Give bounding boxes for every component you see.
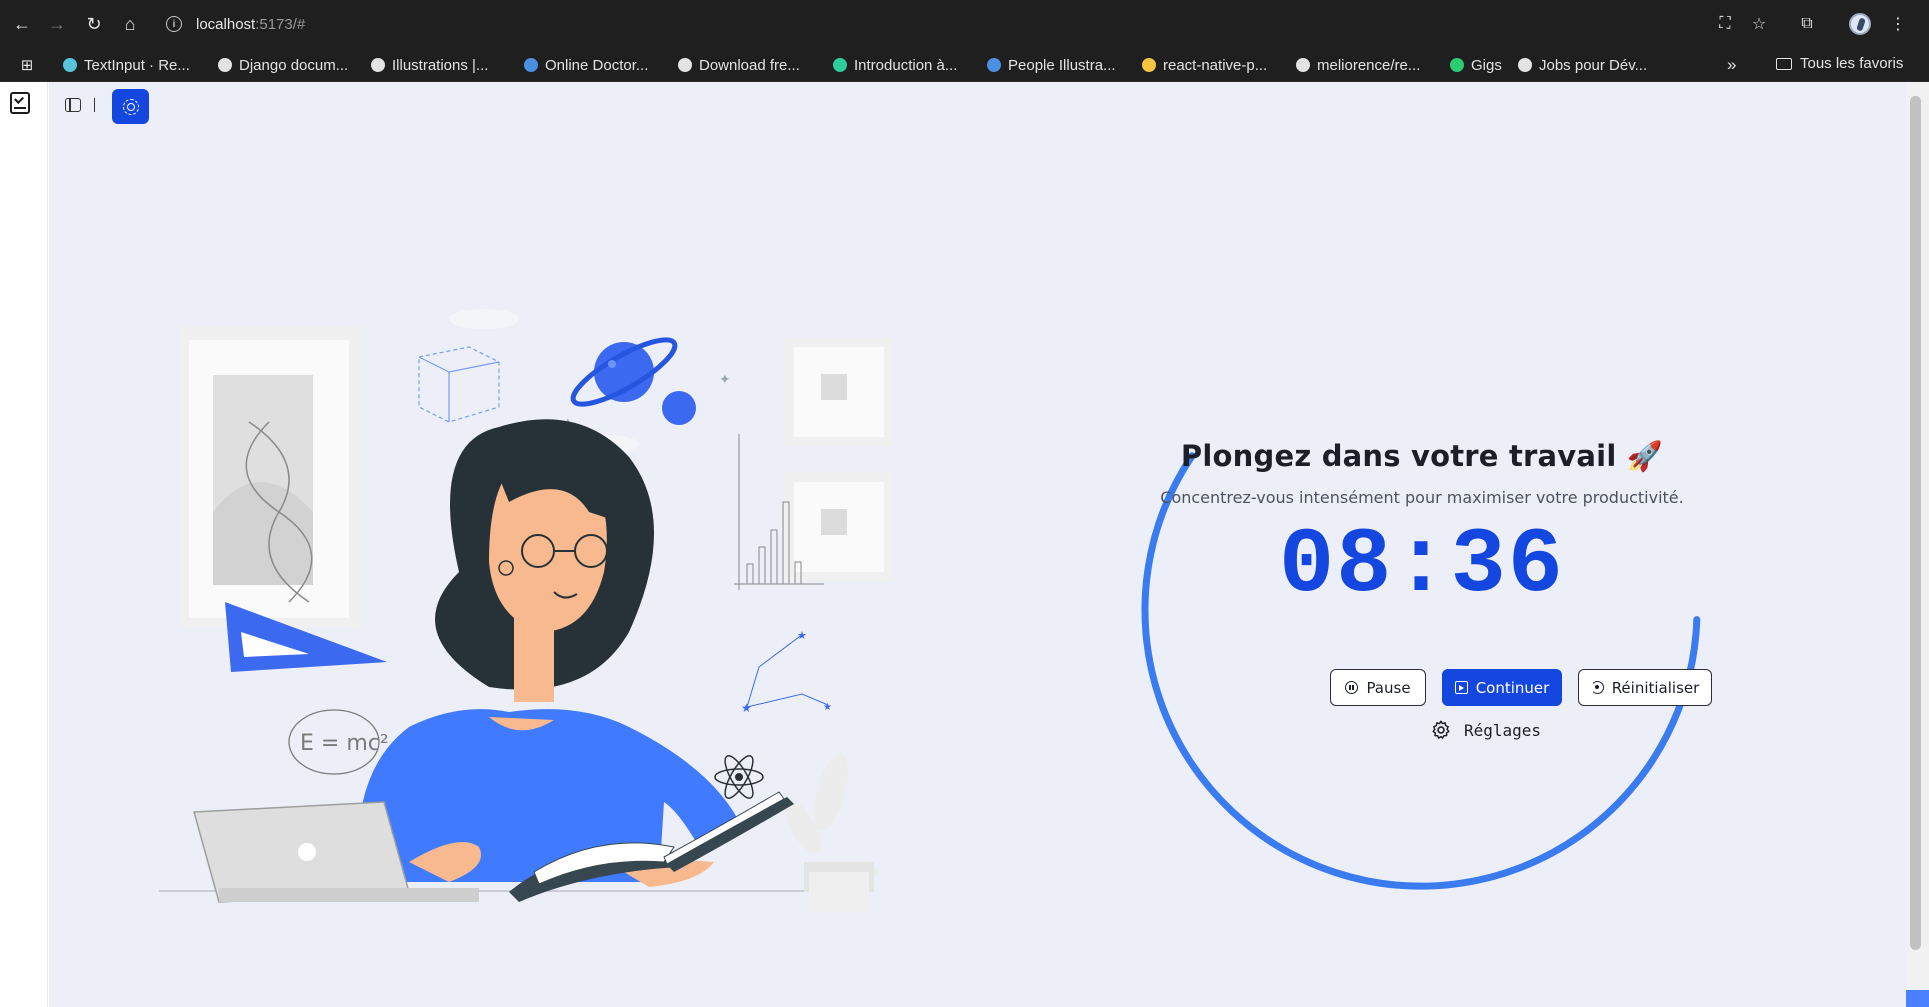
page-scrollbar[interactable] xyxy=(1906,82,1929,1007)
play-icon xyxy=(1454,681,1468,694)
cube-icon xyxy=(418,346,500,423)
bookmark-item[interactable]: Django docum... xyxy=(218,55,348,75)
atom-icon xyxy=(714,755,764,799)
bookmark-label: Illustrations |... xyxy=(392,56,489,74)
pause-button[interactable]: Pause xyxy=(1330,669,1426,706)
bookmark-label: Jobs pour Dév... xyxy=(1539,56,1648,74)
bookmark-item[interactable]: Introduction à... xyxy=(833,55,957,75)
reload-icon[interactable]: ↻ xyxy=(80,10,108,38)
bookmark-item[interactable]: Illustrations |... xyxy=(371,55,488,75)
bookmark-item[interactable]: react-native-p... xyxy=(1142,55,1267,75)
page-title: Plongez dans votre travail 🚀 xyxy=(1180,439,1664,473)
extensions-icon[interactable]: ⧉ xyxy=(1793,10,1821,38)
bookmark-favicon-icon xyxy=(524,58,538,72)
svg-text:★: ★ xyxy=(797,630,807,642)
all-bookmarks-folder[interactable]: Tous les favoris xyxy=(1776,55,1903,72)
profile-avatar[interactable] xyxy=(1849,13,1871,35)
toolbar-divider xyxy=(94,98,95,112)
scroll-corner xyxy=(1906,990,1929,1007)
bookmark-favicon-icon xyxy=(1296,58,1310,72)
theme-toggle-button[interactable] xyxy=(112,89,149,124)
svg-text:✦: ✦ xyxy=(719,371,731,387)
timer-controls: Pause Continuer Réinitialiser xyxy=(1330,669,1730,706)
bookmark-item[interactable]: Jobs pour Dév... xyxy=(1518,55,1647,75)
address-bar[interactable]: i localhost:5173/# xyxy=(150,7,1710,41)
bookmark-item[interactable]: People Illustra... xyxy=(987,55,1116,75)
equation-text: E = mc² xyxy=(300,731,389,756)
moon-icon xyxy=(662,391,696,425)
back-icon[interactable]: ← xyxy=(8,10,36,38)
bookmark-item[interactable]: Gigs xyxy=(1450,55,1502,75)
gear-icon xyxy=(1432,720,1450,739)
task-checklist-icon[interactable] xyxy=(10,92,30,114)
left-rail xyxy=(0,82,48,1007)
folder-icon xyxy=(1776,57,1792,70)
plant-icon xyxy=(813,753,849,831)
bookmark-item[interactable]: meliorence/re... xyxy=(1296,55,1420,75)
site-info-icon[interactable]: i xyxy=(166,16,182,32)
bookmark-favicon-icon xyxy=(63,58,77,72)
bookmark-favicon-icon xyxy=(678,58,692,72)
bookmarks-bar: ⊞ TextInput · Re... Django docum... Illust… xyxy=(0,48,1929,82)
bookmark-favicon-icon xyxy=(987,58,1001,72)
bookmark-label: Introduction à... xyxy=(854,56,958,74)
page-subtitle: Concentrez-vous intensément pour maximis… xyxy=(1160,488,1684,507)
bookmark-label: react-native-p... xyxy=(1163,56,1268,74)
app-window: ✦ ✦ ★ ★ ★ xyxy=(0,82,1929,1007)
menu-icon[interactable]: ⋮ xyxy=(1884,10,1912,38)
bookmark-label: Download fre... xyxy=(699,56,800,74)
svg-text:★: ★ xyxy=(823,702,832,713)
svg-text:★: ★ xyxy=(741,701,752,715)
bookmark-favicon-icon xyxy=(833,58,847,72)
main-content: ✦ ✦ ★ ★ ★ xyxy=(49,82,1906,1007)
bookmark-label: Online Doctor... xyxy=(545,56,649,74)
bookmark-label: People Illustra... xyxy=(1008,56,1116,74)
bookmark-label: Django docum... xyxy=(239,56,349,74)
bookmark-label: TextInput · Re... xyxy=(84,56,190,74)
home-icon[interactable]: ⌂ xyxy=(116,10,144,38)
url-text[interactable]: localhost:5173/# xyxy=(196,16,305,33)
settings-button[interactable]: Réglages xyxy=(1430,719,1541,741)
bookmark-favicon-icon xyxy=(1142,58,1156,72)
sidebar-toggle-icon[interactable] xyxy=(65,98,81,112)
study-illustration: ✦ ✦ ★ ★ ★ xyxy=(159,309,894,912)
bookmarks-overflow[interactable]: » xyxy=(1727,55,1736,75)
browser-toolbar: ← → ↻ ⌂ i localhost:5173/# ⛶ ☆ ⧉ ⋮ xyxy=(0,0,1929,48)
bookmark-favicon-icon xyxy=(1518,58,1532,72)
bookmark-star-icon[interactable]: ☆ xyxy=(1745,10,1773,38)
bookmark-item[interactable]: Online Doctor... xyxy=(524,55,648,75)
reset-button[interactable]: Réinitialiser xyxy=(1578,669,1712,706)
bookmark-favicon-icon xyxy=(218,58,232,72)
timer-display: 08:36 xyxy=(1278,513,1566,618)
pause-icon xyxy=(1345,681,1359,694)
continue-button[interactable]: Continuer xyxy=(1442,669,1562,706)
translate-icon[interactable]: ⛶ xyxy=(1711,10,1739,38)
constellation-icon xyxy=(746,633,829,708)
bookmark-item[interactable]: TextInput · Re... xyxy=(63,55,190,75)
bookmark-item[interactable]: Download fre... xyxy=(678,55,800,75)
bookmark-label: meliorence/re... xyxy=(1317,56,1421,74)
bookmark-favicon-icon xyxy=(371,58,385,72)
scrollbar-thumb[interactable] xyxy=(1910,96,1921,950)
reset-icon xyxy=(1590,681,1604,694)
forward-icon[interactable]: → xyxy=(43,10,71,38)
cloud-icon xyxy=(449,309,519,329)
bookmark-favicon-icon xyxy=(1450,58,1464,72)
bookmark-label: Gigs xyxy=(1471,56,1502,74)
apps-grid-icon[interactable]: ⊞ xyxy=(16,54,38,76)
sun-icon xyxy=(122,98,139,115)
